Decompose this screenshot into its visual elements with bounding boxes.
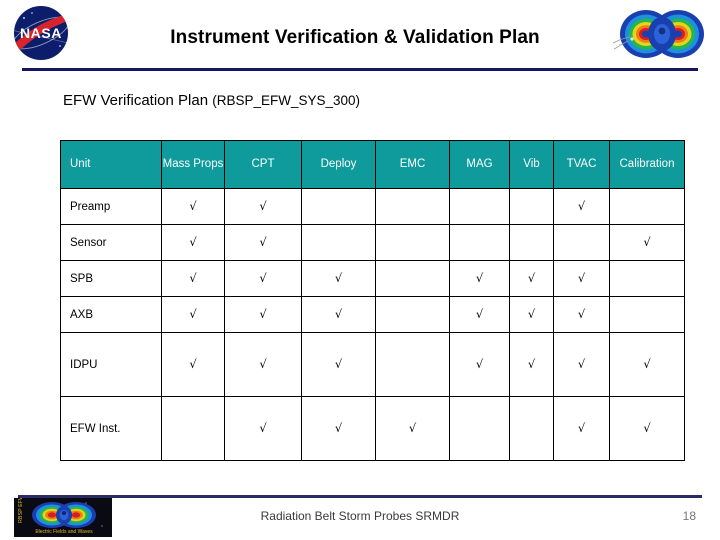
cell-axb-calibration: [609, 296, 685, 333]
slide-subtitle: EFW Verification Plan (RBSP_EFW_SYS_300): [63, 92, 360, 109]
cell-sensor-mass-props: √: [161, 224, 225, 261]
footer-center-text: Radiation Belt Storm Probes SRMDR: [260, 509, 460, 523]
cell-axb-emc: [375, 296, 450, 333]
cell-idpu-mass-props: √: [161, 332, 225, 397]
cell-spb-cpt: √: [224, 260, 302, 297]
svg-text:NASA: NASA: [20, 25, 62, 41]
cell-idpu-deploy: √: [301, 332, 376, 397]
column-header-mass-props: Mass Props: [161, 140, 225, 189]
cell-efw-inst-calibration: √: [609, 396, 685, 461]
cell-preamp-calibration: [609, 188, 685, 225]
column-header-calibration: Calibration: [609, 140, 685, 189]
table-row: IDPU √ √ √ √ √ √ √: [60, 332, 685, 397]
cell-spb-deploy: √: [301, 260, 376, 297]
cell-efw-inst-mass-props: [161, 396, 225, 461]
cell-sensor-tvac: [553, 224, 610, 261]
cell-axb-mass-props: √: [161, 296, 225, 333]
cell-efw-inst-mag: [449, 396, 510, 461]
cell-efw-inst-vib: [509, 396, 554, 461]
cell-idpu-emc: [375, 332, 450, 397]
cell-spb-mass-props: √: [161, 260, 225, 297]
cell-preamp-emc: [375, 188, 450, 225]
cell-spb-mag: √: [449, 260, 510, 297]
cell-idpu-tvac: √: [553, 332, 610, 397]
cell-idpu-calibration: √: [609, 332, 685, 397]
row-label-idpu: IDPU: [60, 332, 162, 397]
cell-axb-vib: √: [509, 296, 554, 333]
column-header-emc: EMC: [375, 140, 450, 189]
verification-matrix-container: Unit Mass Props CPT Deploy EMC MAG Vib T…: [60, 140, 685, 461]
column-header-unit: Unit: [60, 140, 162, 189]
cell-preamp-mag: [449, 188, 510, 225]
row-label-spb: SPB: [60, 260, 162, 297]
cell-sensor-vib: [509, 224, 554, 261]
verification-matrix-table: Unit Mass Props CPT Deploy EMC MAG Vib T…: [60, 140, 685, 461]
slide-header: NASA Instrument Verification & Validatio…: [0, 0, 720, 78]
cell-efw-inst-emc: √: [375, 396, 450, 461]
column-header-tvac: TVAC: [553, 140, 610, 189]
cell-spb-calibration: [609, 260, 685, 297]
cell-preamp-vib: [509, 188, 554, 225]
cell-idpu-cpt: √: [224, 332, 302, 397]
cell-axb-tvac: √: [553, 296, 610, 333]
cell-efw-inst-tvac: √: [553, 396, 610, 461]
table-row: SPB √ √ √ √ √ √: [60, 260, 685, 297]
footer-page-number: 18: [682, 509, 696, 523]
table-row: Preamp √ √ √: [60, 188, 685, 225]
cell-efw-inst-deploy: √: [301, 396, 376, 461]
column-header-mag: MAG: [449, 140, 510, 189]
cell-idpu-vib: √: [509, 332, 554, 397]
page-title: Instrument Verification & Validation Pla…: [170, 27, 540, 48]
column-header-deploy: Deploy: [301, 140, 376, 189]
table-header-row: Unit Mass Props CPT Deploy EMC MAG Vib T…: [60, 140, 685, 189]
cell-sensor-calibration: √: [609, 224, 685, 261]
column-header-vib: Vib: [509, 140, 554, 189]
radiation-belt-graphic-icon: [610, 5, 714, 63]
cell-sensor-cpt: √: [224, 224, 302, 261]
cell-efw-inst-cpt: √: [224, 396, 302, 461]
logo-bottom-text: Electric Fields and Waves: [35, 529, 93, 535]
cell-preamp-tvac: √: [553, 188, 610, 225]
cell-axb-deploy: √: [301, 296, 376, 333]
row-label-preamp: Preamp: [60, 188, 162, 225]
cell-spb-emc: [375, 260, 450, 297]
footer-divider-rule: [18, 495, 702, 498]
cell-spb-tvac: √: [553, 260, 610, 297]
column-header-cpt: CPT: [224, 140, 302, 189]
cell-sensor-mag: [449, 224, 510, 261]
cell-sensor-deploy: [301, 224, 376, 261]
row-label-axb: AXB: [60, 296, 162, 333]
table-row: AXB √ √ √ √ √ √: [60, 296, 685, 333]
row-label-sensor: Sensor: [60, 224, 162, 261]
header-divider-rule: [22, 68, 698, 71]
cell-preamp-mass-props: √: [161, 188, 225, 225]
subtitle-doc-id: (RBSP_EFW_SYS_300): [212, 93, 361, 108]
nasa-meatball-logo-icon: NASA: [8, 4, 86, 62]
cell-axb-cpt: √: [224, 296, 302, 333]
subtitle-main-text: EFW Verification Plan: [63, 92, 213, 109]
cell-idpu-mag: √: [449, 332, 510, 397]
row-label-efw-inst: EFW Inst.: [60, 396, 162, 461]
cell-preamp-deploy: [301, 188, 376, 225]
table-row: EFW Inst. √ √ √ √ √: [60, 396, 685, 461]
cell-axb-mag: √: [449, 296, 510, 333]
table-row: Sensor √ √ √: [60, 224, 685, 261]
cell-spb-vib: √: [509, 260, 554, 297]
cell-sensor-emc: [375, 224, 450, 261]
cell-preamp-cpt: √: [224, 188, 302, 225]
